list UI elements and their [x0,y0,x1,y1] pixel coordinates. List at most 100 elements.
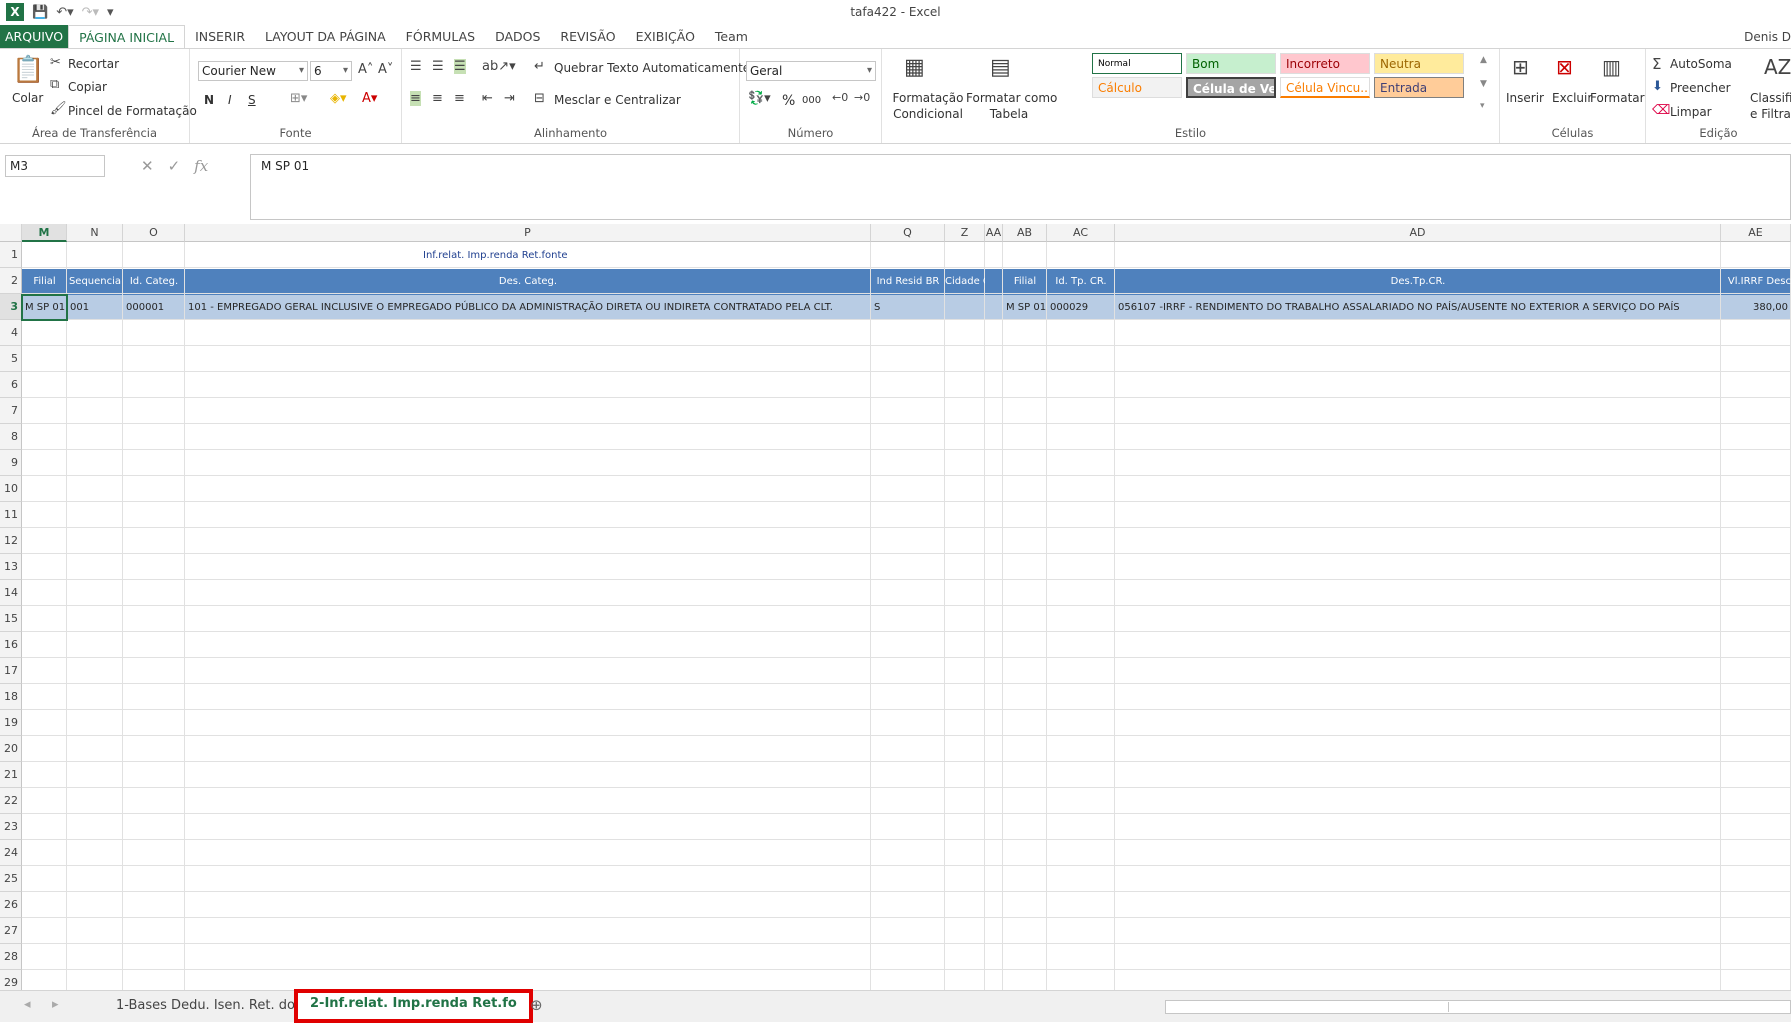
row-header-22[interactable]: 22 [0,788,22,814]
percent-button[interactable]: % [782,93,795,109]
format-painter-button[interactable]: Pincel de Formatação [68,104,197,118]
cell-style-5[interactable]: Célula de Ve... [1186,77,1276,98]
row-header-11[interactable]: 11 [0,502,22,528]
tab-home[interactable]: PÁGINA INICIAL [68,25,186,49]
table-header-cell[interactable]: Id. Categ. [123,269,185,295]
align-center-icon[interactable]: ≡ [432,91,443,106]
tab-view[interactable]: EXIBIÇÃO [626,25,705,49]
table-cell[interactable]: 000029 [1047,295,1115,320]
tab-team[interactable]: Team [705,25,758,49]
paste-icon[interactable]: 📋 [12,55,44,85]
row-header-18[interactable]: 18 [0,684,22,710]
column-header-n[interactable]: N [67,224,123,242]
row-header-10[interactable]: 10 [0,476,22,502]
delete-cells-button[interactable]: Excluir [1552,91,1592,105]
align-left-icon[interactable]: ≡ [410,91,421,106]
row-header-14[interactable]: 14 [0,580,22,606]
table-header-cell[interactable]: Ind Resid BR [871,269,945,295]
align-middle-icon[interactable]: ☰ [432,59,444,74]
row-header-6[interactable]: 6 [0,372,22,398]
column-header-ab[interactable]: AB [1003,224,1047,242]
table-cell[interactable]: 101 - EMPREGADO GERAL INCLUSIVE O EMPREG… [185,295,871,320]
row-header-12[interactable]: 12 [0,528,22,554]
bold-button[interactable]: N [204,93,214,107]
format-table-line2[interactable]: Tabela [966,107,1052,121]
cell-style-6[interactable]: Célula Vincu... [1280,77,1370,98]
align-right-icon[interactable]: ≡ [454,91,465,106]
row-header-16[interactable]: 16 [0,632,22,658]
borders-icon[interactable]: ⊞▾ [290,91,307,106]
underline-button[interactable]: S [248,93,256,107]
increase-indent-icon[interactable]: ⇥ [504,91,515,106]
insert-function-icon[interactable]: fx [194,157,208,175]
horizontal-scrollbar[interactable] [1165,1000,1791,1014]
wrap-text-button[interactable]: Quebrar Texto Automaticamente [554,61,750,75]
table-cell[interactable]: 000001 [123,295,185,320]
cell-style-4[interactable]: Cálculo [1092,77,1182,98]
table-cell[interactable]: S [871,295,945,320]
row-header-27[interactable]: 27 [0,918,22,944]
font-color-icon[interactable]: A▾ [362,91,377,106]
sheet-tab-1[interactable]: 1-Bases Dedu. Isen. Ret. do I [104,991,315,1021]
row-header-4[interactable]: 4 [0,320,22,346]
thousands-button[interactable]: 000 [802,95,821,106]
table-header-cell[interactable]: Vl.IRRF Desc [1721,269,1791,295]
cell-style-0[interactable]: Normal [1092,53,1182,74]
align-bottom-icon[interactable]: ☰ [454,59,466,74]
next-sheet-icon[interactable]: ▸ [52,997,59,1012]
format-cells-button[interactable]: Formatar [1590,91,1645,105]
cell-style-7[interactable]: Entrada [1374,77,1464,98]
font-size-combo[interactable]: 6 [310,61,352,81]
cell-style-1[interactable]: Bom [1186,53,1276,74]
table-header-cell[interactable]: Des. Categ. [185,269,871,295]
increase-decimal-icon[interactable]: ←0 [832,91,848,104]
merge-center-button[interactable]: Mesclar e Centralizar [554,93,681,107]
column-header-aa[interactable]: AA [985,224,1003,242]
row-header-29[interactable]: 29 [0,970,22,990]
row-header-23[interactable]: 23 [0,814,22,840]
gallery-more-icon[interactable]: ▾ [1480,101,1485,111]
formula-input[interactable]: M SP 01 [250,154,1791,220]
row-header-21[interactable]: 21 [0,762,22,788]
column-header-ae[interactable]: AE [1721,224,1791,242]
shrink-font-icon[interactable]: A˅ [378,62,393,77]
row-header-19[interactable]: 19 [0,710,22,736]
table-header-cell[interactable]: Des.Tp.CR. [1115,269,1721,295]
row-header-1[interactable]: 1 [0,242,22,268]
tab-file[interactable]: ARQUIVO [0,25,69,49]
column-header-m[interactable]: M [22,224,67,242]
name-box[interactable]: M3 [5,155,105,177]
column-header-z[interactable]: Z [945,224,985,242]
tab-page-layout[interactable]: LAYOUT DA PÁGINA [255,25,396,49]
row-header-5[interactable]: 5 [0,346,22,372]
tab-data[interactable]: DADOS [485,25,550,49]
table-header-cell[interactable]: Filial [22,269,67,295]
currency-icon[interactable]: 💱▾ [748,91,771,106]
row-header-17[interactable]: 17 [0,658,22,684]
decrease-decimal-icon[interactable]: →0 [854,91,870,104]
italic-button[interactable]: I [228,93,232,107]
cancel-icon[interactable]: ✕ [141,157,154,175]
table-cell[interactable]: 380,00 [1721,295,1791,320]
row-header-20[interactable]: 20 [0,736,22,762]
row-header-25[interactable]: 25 [0,866,22,892]
insert-cells-button[interactable]: Inserir [1506,91,1544,105]
select-all-corner[interactable] [0,224,22,242]
scroll-thumb[interactable] [1448,1002,1788,1012]
prev-sheet-icon[interactable]: ◂ [24,997,31,1012]
row-header-9[interactable]: 9 [0,450,22,476]
conditional-format-line2[interactable]: Condicional [888,107,968,121]
row-header-24[interactable]: 24 [0,840,22,866]
worksheet-grid[interactable]: Inf.relat. Imp.renda Ret.fonte M N O P Q Z AA A… [0,224,1791,990]
copy-button[interactable]: Copiar [68,80,107,94]
font-name-combo[interactable]: Courier New [198,61,308,81]
gallery-scroll-up-icon[interactable]: ▲ [1480,55,1487,65]
number-format-combo[interactable]: Geral [746,61,876,81]
column-header-p[interactable]: P [185,224,871,242]
row-header-7[interactable]: 7 [0,398,22,424]
row-header-2[interactable]: 2 [0,268,22,294]
table-header-cell[interactable]: Sequencia [67,269,123,295]
sheet-title[interactable]: Inf.relat. Imp.renda Ret.fonte [420,243,568,268]
table-header-cell[interactable]: Filial [1003,269,1047,295]
table-cell[interactable]: M SP 01 [1003,295,1047,320]
